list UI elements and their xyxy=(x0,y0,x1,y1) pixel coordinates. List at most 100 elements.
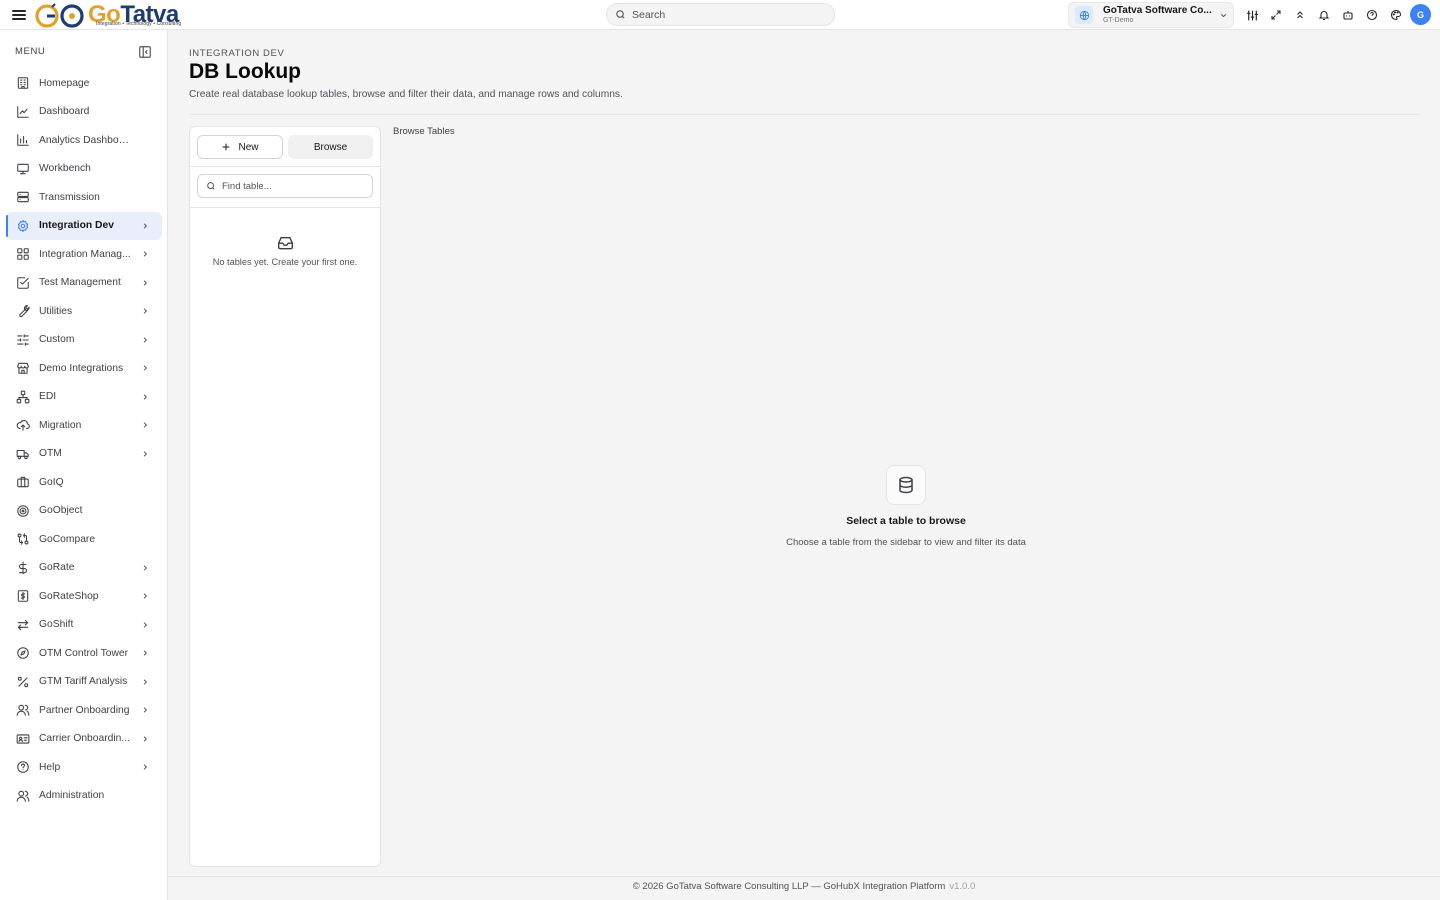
sidebar-item-label: GoShift xyxy=(39,619,74,631)
sidebar-item-label: GoRateShop xyxy=(39,590,99,602)
page-description: Create real database lookup tables, brow… xyxy=(189,89,623,100)
org-switcher[interactable]: GoTatva Software Co... GT-Demo xyxy=(1068,2,1234,28)
git-compare-icon xyxy=(17,533,29,546)
expand-icon[interactable] xyxy=(1268,7,1284,23)
sidebar-item-label: Demo Integrations xyxy=(39,362,124,374)
chevron-right-icon xyxy=(143,450,148,457)
browse-button[interactable]: Browse xyxy=(288,135,373,159)
sidebar-item-dashboard[interactable]: Dashboard xyxy=(6,98,162,127)
users-icon xyxy=(16,705,30,717)
sidebar-item-workbench[interactable]: Workbench xyxy=(6,155,162,184)
help-circle-icon[interactable] xyxy=(1364,7,1380,23)
sidebar-item-analytics-dashboard[interactable]: Analytics Dashboard xyxy=(6,126,162,155)
sidebar-item-test-management[interactable]: Test Management xyxy=(6,269,162,298)
sidebar-item-label: Carrier Onboardin... xyxy=(39,733,130,745)
sidebar-item-administration[interactable]: Administration xyxy=(6,782,162,811)
find-table-input[interactable] xyxy=(222,180,372,192)
sidebar-item-goiq[interactable]: GoIQ xyxy=(6,468,162,497)
breadcrumb[interactable]: INTEGRATION DEV xyxy=(189,48,284,59)
target-icon xyxy=(17,504,29,517)
footer-version: v1.0.0 xyxy=(949,881,976,892)
sidebar-item-goobject[interactable]: GoObject xyxy=(6,497,162,526)
sidebar-item-partner-onboarding[interactable]: Partner Onboarding xyxy=(6,696,162,725)
grid-icon xyxy=(17,248,29,261)
sidebar-item-help[interactable]: Help xyxy=(6,753,162,782)
sidebar-item-gorate[interactable]: GoRate xyxy=(6,554,162,583)
find-table-field[interactable] xyxy=(197,174,373,198)
search-icon xyxy=(616,10,625,19)
org-name: GoTatva Software Co... xyxy=(1103,5,1212,15)
top-bar: GoTatva Integration • Technology • Consu… xyxy=(0,0,1440,30)
menu-heading: MENU xyxy=(15,46,46,57)
sidebar-item-otm-control-tower[interactable]: OTM Control Tower xyxy=(6,639,162,668)
luggage-icon xyxy=(17,477,29,488)
sidebar-item-integration-dev[interactable]: Integration Dev xyxy=(6,211,162,240)
sidebar-item-otm[interactable]: OTM xyxy=(6,440,162,469)
empty-table-list: No tables yet. Create your first one. xyxy=(190,235,380,267)
sidebar-item-utilities[interactable]: Utilities xyxy=(6,297,162,326)
chevron-right-icon xyxy=(143,336,148,343)
chevron-right-icon xyxy=(143,308,148,314)
database-icon xyxy=(886,465,926,505)
footer: © 2026 GoTatva Software Consulting LLP —… xyxy=(168,876,1440,900)
chevron-right-icon xyxy=(143,678,148,685)
sidebar-item-gorateshop[interactable]: GoRateShop xyxy=(6,582,162,611)
sidebar-item-homepage[interactable]: Homepage xyxy=(6,69,162,98)
sidebar-item-custom[interactable]: Custom xyxy=(6,326,162,355)
sidebar-nav: Homepage Dashboard Analytics Dashboard Work… xyxy=(6,69,162,810)
search-input[interactable] xyxy=(632,8,822,21)
sidebar-item-label: EDI xyxy=(39,391,57,403)
logo-mark-icon xyxy=(35,3,59,28)
find-table-section xyxy=(190,167,380,208)
logo-mark-o-icon xyxy=(60,4,84,28)
palette-icon[interactable] xyxy=(1388,7,1404,23)
sidebar-item-carrier-onboardin[interactable]: Carrier Onboardin... xyxy=(6,725,162,754)
sidebar-item-integration-manag[interactable]: Integration Manag... xyxy=(6,240,162,269)
sidebar-item-migration[interactable]: Migration xyxy=(6,411,162,440)
footer-copyright: © 2026 GoTatva Software Consulting LLP —… xyxy=(632,881,946,892)
plus-icon xyxy=(223,143,230,151)
sidebar-item-gocompare[interactable]: GoCompare xyxy=(6,525,162,554)
bell-icon[interactable] xyxy=(1316,7,1332,23)
panel-toolbar: New Browse xyxy=(190,127,380,167)
main-content: INTEGRATION DEV DB Lookup Create real da… xyxy=(168,30,1440,876)
network-icon xyxy=(16,390,30,404)
chevrons-up-icon[interactable] xyxy=(1292,7,1308,23)
sidebar-item-transmission[interactable]: Transmission xyxy=(6,183,162,212)
sidebar-item-gtm-tariff-analysis[interactable]: GTM Tariff Analysis xyxy=(6,668,162,697)
chevron-down-icon xyxy=(1220,13,1227,17)
new-table-button[interactable]: New xyxy=(197,135,283,159)
chevron-right-icon xyxy=(143,365,148,371)
user-avatar[interactable]: G xyxy=(1410,4,1431,25)
sidebar-item-demo-integrations[interactable]: Demo Integrations xyxy=(6,354,162,383)
chevron-right-icon xyxy=(143,707,148,713)
hamburger-menu-icon[interactable] xyxy=(12,8,26,22)
empty-list-text: No tables yet. Create your first one. xyxy=(212,257,358,267)
sidebar: MENU Homepage Dashboard Analytics Dashboar… xyxy=(0,30,168,900)
chevron-right-icon xyxy=(143,393,148,400)
org-environment: GT-Demo xyxy=(1103,16,1134,24)
tables-panel: New Browse No tables yet. Create your fi… xyxy=(189,126,381,867)
sidebar-item-label: Workbench xyxy=(39,163,91,175)
sidebar-item-label: Custom xyxy=(39,334,75,346)
sidebar-item-label: Homepage xyxy=(39,77,90,89)
chevron-right-icon xyxy=(143,764,148,770)
sidebar-item-label: Analytics Dashboard xyxy=(39,134,133,146)
inbox-icon xyxy=(277,237,293,250)
sidebar-item-label: Integration Dev xyxy=(39,220,114,232)
new-table-label: New xyxy=(238,141,259,153)
sidebar-item-label: GoObject xyxy=(39,505,83,517)
sliders-icon[interactable] xyxy=(1244,7,1260,23)
logo[interactable]: GoTatva Integration • Technology • Consu… xyxy=(34,0,181,30)
users-icon xyxy=(16,790,30,802)
sidebar-item-label: OTM xyxy=(39,448,62,460)
sidebar-item-goshift[interactable]: GoShift xyxy=(6,611,162,640)
sidebar-item-edi[interactable]: EDI xyxy=(6,383,162,412)
empty-state-subtitle: Choose a table from the sidebar to view … xyxy=(786,537,1026,548)
sidebar-item-label: GoRate xyxy=(39,562,75,574)
percent-icon xyxy=(17,676,29,687)
bot-icon[interactable] xyxy=(1340,7,1356,23)
monitor-icon xyxy=(17,163,29,174)
global-search[interactable] xyxy=(606,3,835,26)
collapse-sidebar-icon[interactable] xyxy=(138,45,152,59)
